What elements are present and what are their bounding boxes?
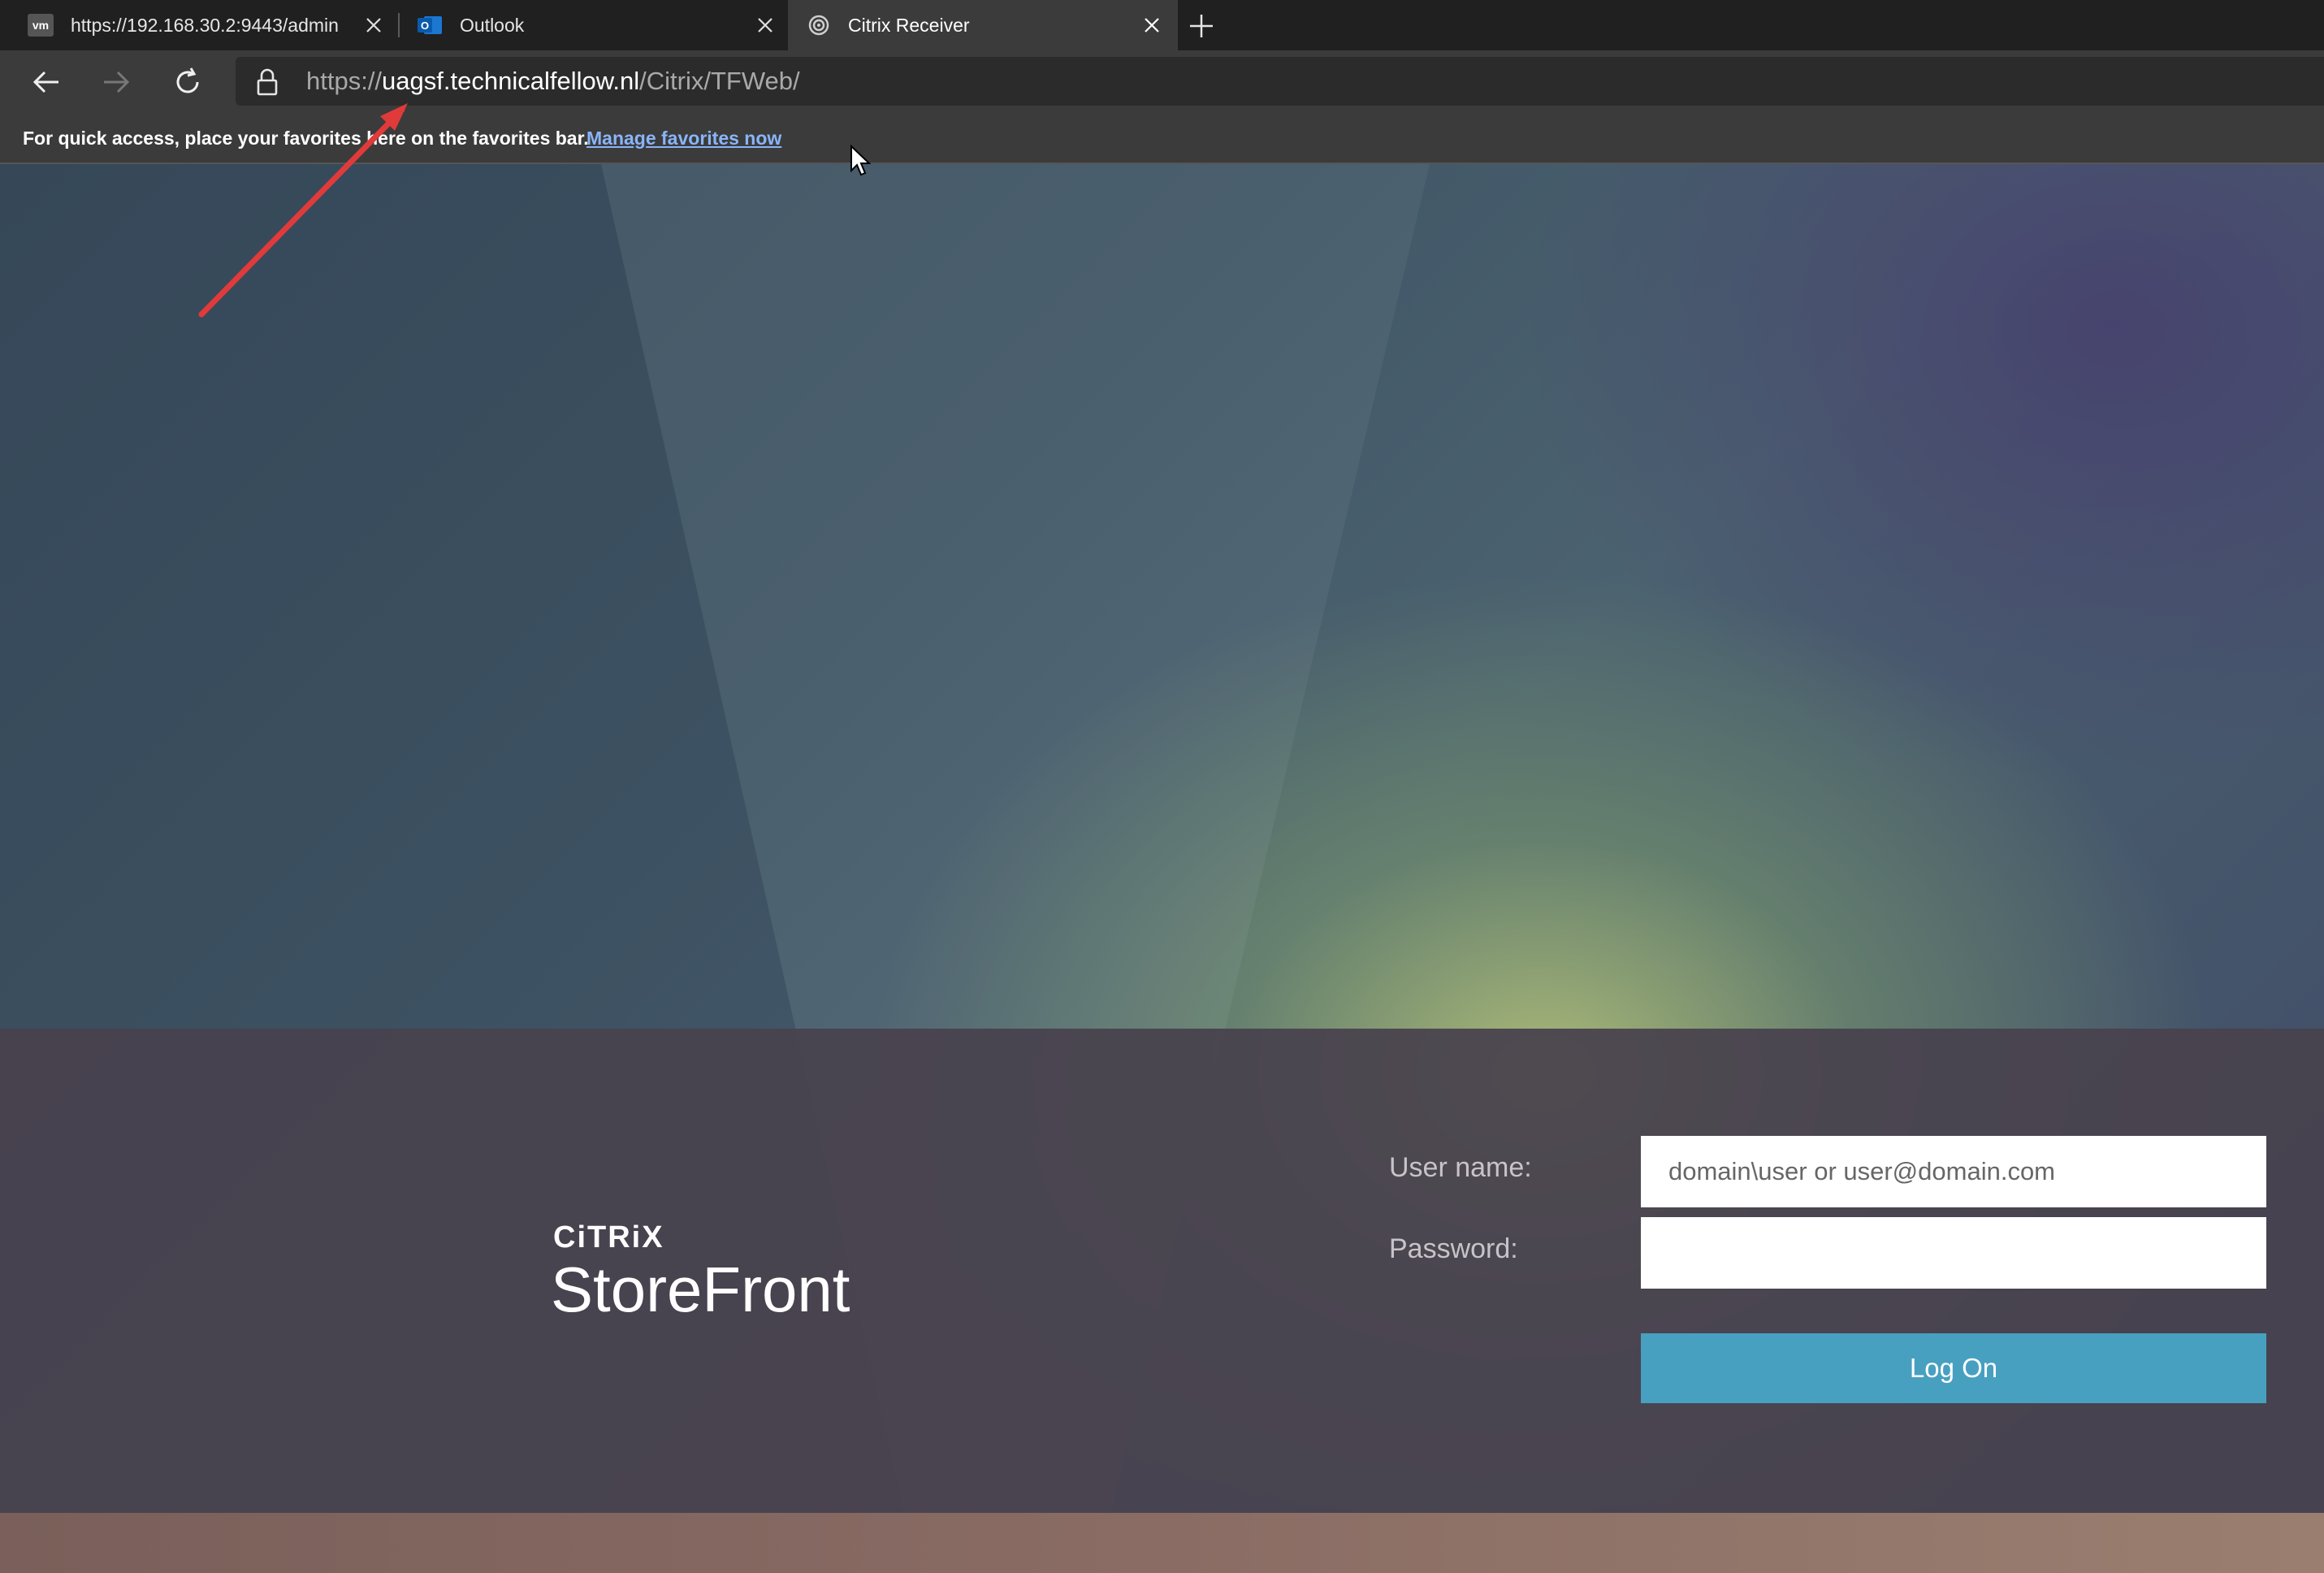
svg-text:vm: vm [32, 19, 49, 32]
outlook-icon: O [418, 16, 442, 34]
forward-button[interactable] [99, 65, 133, 99]
close-icon[interactable] [364, 15, 383, 35]
close-icon[interactable] [755, 15, 775, 35]
favorites-bar-message: For quick access, place your favorites h… [23, 128, 589, 149]
url-host: uagsf.technicalfellow.nl [382, 67, 640, 95]
close-icon[interactable] [1142, 15, 1162, 35]
url-scheme: https:// [306, 67, 383, 95]
citrix-icon [808, 15, 829, 36]
tab-title: Outlook [460, 15, 525, 36]
storefront-logo: StoreFront [551, 1254, 850, 1325]
tab-citrix-receiver[interactable]: Citrix Receiver [788, 0, 1178, 50]
url-text[interactable]: https://uagsf.technicalfellow.nl/Citrix/… [306, 57, 800, 106]
tab-outlook[interactable]: O Outlook [400, 0, 788, 50]
back-button[interactable] [29, 65, 63, 99]
tab-title: Citrix Receiver [848, 15, 970, 36]
tab-vmware-admin[interactable]: vm https://192.168.30.2:9443/admin [0, 0, 398, 50]
username-input[interactable] [1641, 1136, 2266, 1207]
url-path: /Citrix/TFWeb/ [639, 67, 800, 95]
lock-icon[interactable] [256, 68, 279, 96]
manage-favorites-link[interactable]: Manage favorites now [586, 114, 781, 162]
address-toolbar: https://uagsf.technicalfellow.nl/Citrix/… [0, 50, 2324, 114]
password-label: Password: [1389, 1233, 1518, 1264]
address-bar[interactable]: https://uagsf.technicalfellow.nl/Citrix/… [236, 57, 2324, 106]
tab-strip: vm https://192.168.30.2:9443/admin O Out… [0, 0, 2324, 50]
background-strip [0, 1513, 2324, 1573]
tab-title: https://192.168.30.2:9443/admin [71, 15, 339, 36]
new-tab-button[interactable] [1187, 11, 1216, 41]
citrix-logo: CiTRiX [553, 1220, 664, 1254]
vmware-icon: vm [28, 14, 54, 37]
log-on-button[interactable]: Log On [1641, 1333, 2266, 1403]
refresh-button[interactable] [171, 65, 205, 99]
username-label: User name: [1389, 1152, 1532, 1183]
password-input[interactable] [1641, 1217, 2266, 1289]
svg-text:O: O [421, 20, 429, 32]
favorites-bar: For quick access, place your favorites h… [0, 114, 2324, 164]
